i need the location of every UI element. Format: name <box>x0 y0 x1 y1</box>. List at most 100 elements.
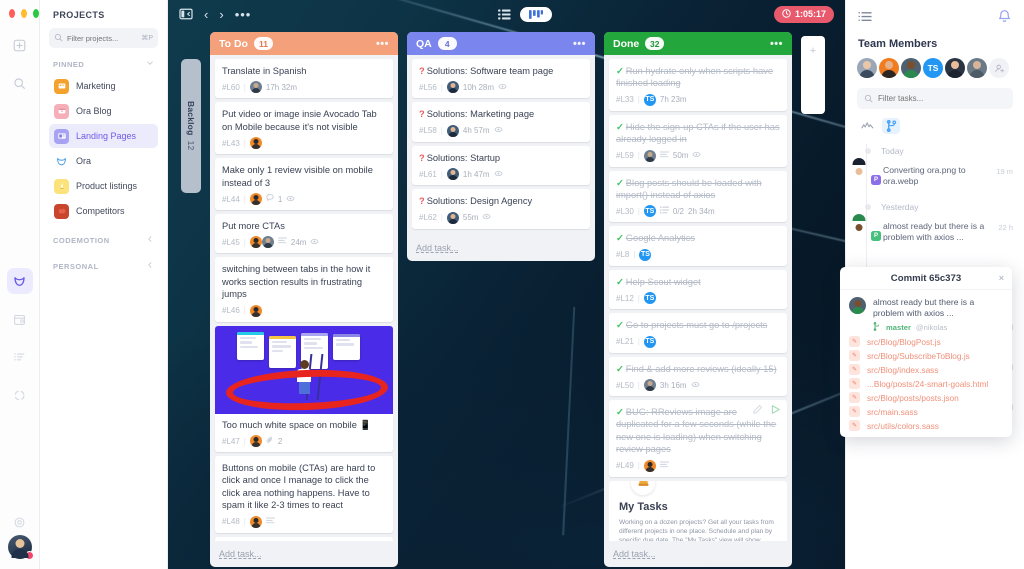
chevron-down-icon[interactable] <box>146 59 154 69</box>
search-icon[interactable] <box>7 70 33 96</box>
sidebar-item-product-listings[interactable]: Product listings <box>49 174 158 198</box>
commit-file[interactable]: ✎ src/utils/colors.sass <box>840 417 1012 431</box>
notification-bell-icon[interactable] <box>997 9 1012 29</box>
avatar[interactable] <box>901 58 921 78</box>
panel-collapse-icon[interactable] <box>858 10 873 28</box>
column-todo-menu-icon[interactable]: ••• <box>376 38 389 50</box>
question-prefix: ? <box>419 152 425 163</box>
close-window-button[interactable] <box>9 9 15 18</box>
task-card[interactable]: switching between tabs in the how it wor… <box>215 257 393 322</box>
sidebar-item-marketing[interactable]: Marketing <box>49 74 158 98</box>
list-icon[interactable] <box>7 344 33 370</box>
commit-file[interactable]: ✎ src/main.sass <box>840 403 1012 417</box>
watching-icon <box>692 151 701 160</box>
add-column-button[interactable]: + <box>801 36 825 114</box>
task-card[interactable]: Buttons on mobile (CTAs) are hard to cli… <box>215 456 393 533</box>
column-todo-header[interactable]: To Do 11 ••• <box>210 32 398 55</box>
column-qa-header[interactable]: QA 4 ••• <box>407 32 595 55</box>
commit-file[interactable]: ✎ src/Blog/SubscribeToBlog.js <box>840 347 1012 361</box>
timeline-entry[interactable]: P Converting ora.png to ora.webp 19 m <box>859 162 1013 190</box>
help-icon[interactable] <box>7 509 33 535</box>
section-pinned[interactable]: PINNED <box>49 48 158 74</box>
board-prev-button[interactable]: ‹ <box>204 7 208 22</box>
sidebar-item-competitors[interactable]: Competitors <box>49 199 158 223</box>
task-card[interactable]: Translate in Spanish #L60 | 17h 32m <box>215 59 393 99</box>
chevron-right-icon[interactable] <box>146 261 154 271</box>
task-card[interactable]: ⛔ Landing page videos: make them faster … <box>215 536 393 541</box>
chevron-right-icon[interactable] <box>146 235 154 245</box>
reports-icon[interactable] <box>7 382 33 408</box>
avatar <box>249 515 262 528</box>
avatar[interactable] <box>857 58 877 78</box>
section-codemotion[interactable]: CODEMOTION <box>49 224 158 250</box>
commit-file[interactable]: ✎ src/Blog/posts/posts.json <box>840 389 1012 403</box>
new-item-icon[interactable] <box>7 32 33 58</box>
task-card[interactable]: Make only 1 review visible on mobile ins… <box>215 158 393 211</box>
project-filter[interactable]: ⌘P <box>49 28 158 48</box>
commit-file[interactable]: ✎ ...Blog/posts/24-smart-goals.html <box>840 375 1012 389</box>
user-avatar[interactable] <box>7 535 34 560</box>
maximize-window-button[interactable] <box>33 9 39 18</box>
avatar <box>643 459 656 472</box>
task-card[interactable]: ? Solutions: Startup #L61 | 1h 47m <box>412 145 590 186</box>
task-card[interactable]: ? Solutions: Marketing page #L58 | 4h 57m <box>412 102 590 142</box>
sidebar-item-landing-pages[interactable]: Landing Pages <box>49 124 158 148</box>
sidebar-item-ora[interactable]: Ora <box>49 149 158 173</box>
commits-tab[interactable] <box>882 118 900 134</box>
avatar[interactable] <box>967 58 987 78</box>
edit-icon[interactable] <box>752 404 763 417</box>
minimize-window-button[interactable] <box>21 9 27 18</box>
play-icon[interactable] <box>770 404 781 417</box>
sidebar-item-label: Ora Blog <box>76 106 112 116</box>
board-more-button[interactable]: ••• <box>235 7 252 22</box>
sidebar-item-ora-blog[interactable]: Ora Blog <box>49 99 158 123</box>
add-task-button[interactable]: Add task... <box>613 549 656 559</box>
task-card[interactable]: ✓ Blog posts should be loaded with import… <box>609 170 787 223</box>
task-card[interactable]: ? Solutions: Software team page #L56 | 10… <box>412 59 590 99</box>
avatar: P <box>859 165 881 185</box>
section-personal-label: PERSONAL <box>53 261 99 271</box>
column-qa-menu-icon[interactable]: ••• <box>573 38 586 50</box>
board-next-button[interactable]: › <box>219 7 223 22</box>
task-filter[interactable] <box>857 88 1013 109</box>
task-card[interactable]: Too much white space on mobile 📱 #L47 | … <box>215 325 393 453</box>
panel-toggle-icon[interactable] <box>179 8 193 20</box>
section-personal[interactable]: PERSONAL <box>49 250 158 276</box>
task-title: ✓ Blog posts should be loaded with import… <box>616 177 762 201</box>
add-member-button[interactable] <box>989 58 1009 78</box>
column-done-menu-icon[interactable]: ••• <box>770 38 783 50</box>
task-filter-input[interactable] <box>878 94 1006 103</box>
timer-badge[interactable]: 1:05:17 <box>773 5 834 23</box>
task-card[interactable]: ✓ Go to projects must go to /projects #L2… <box>609 313 787 353</box>
calendar-icon[interactable] <box>7 306 33 332</box>
column-done-header[interactable]: Done 32 ••• <box>604 32 792 55</box>
task-id: #L21 <box>616 337 634 347</box>
task-card[interactable]: ✓ BUG: RReviews image are duplicated for … <box>609 400 787 477</box>
board-view-icon[interactable] <box>520 6 553 22</box>
task-card[interactable]: ✓ Find & add more reviews (ideally 15) #L… <box>609 356 787 397</box>
commit-file[interactable]: ✎ src/Blog/BlogPost.js <box>840 333 1012 347</box>
column-backlog-collapsed[interactable]: Backlog 12 <box>181 59 201 193</box>
task-card[interactable]: ? Solutions: Design Agency #L62 | 55m <box>412 189 590 229</box>
projects-sidebar: PROJECTS ⌘P PINNED Marketing Ora Blog <box>40 0 168 569</box>
avatar: P <box>859 221 881 241</box>
activity-tab[interactable] <box>858 118 876 134</box>
timeline-entry[interactable]: P almost ready but there is a problem wi… <box>859 218 1013 246</box>
task-card[interactable]: ✓ Hide the sign-up CTAs if the user has a… <box>609 114 787 167</box>
project-filter-input[interactable] <box>67 33 138 43</box>
avatar[interactable]: TS <box>923 58 943 78</box>
task-card[interactable]: Put more CTAs #L45 | 24m <box>215 214 393 254</box>
add-task-button[interactable]: Add task... <box>416 243 459 253</box>
commit-file[interactable]: ✎ src/Blog/index.sass <box>840 361 1012 375</box>
add-task-button[interactable]: Add task... <box>219 549 262 559</box>
task-card[interactable]: ✓ Help Scout widget #L12 | TS <box>609 269 787 310</box>
task-card[interactable]: Put video or image insie Avocado Tab on … <box>215 102 393 155</box>
promo-card-my-tasks[interactable]: My Tasks Working on a dozen projects? Ge… <box>609 480 787 541</box>
avatar[interactable] <box>879 58 899 78</box>
ora-logo-icon[interactable] <box>6 268 33 294</box>
avatar[interactable] <box>945 58 965 78</box>
list-view-icon[interactable] <box>498 9 511 20</box>
task-card[interactable]: ✓ Run hydrate only when scripts have fini… <box>609 59 787 111</box>
close-icon[interactable]: × <box>999 273 1004 283</box>
task-card[interactable]: ✓ Google Analytics #L8 | TS <box>609 226 787 266</box>
